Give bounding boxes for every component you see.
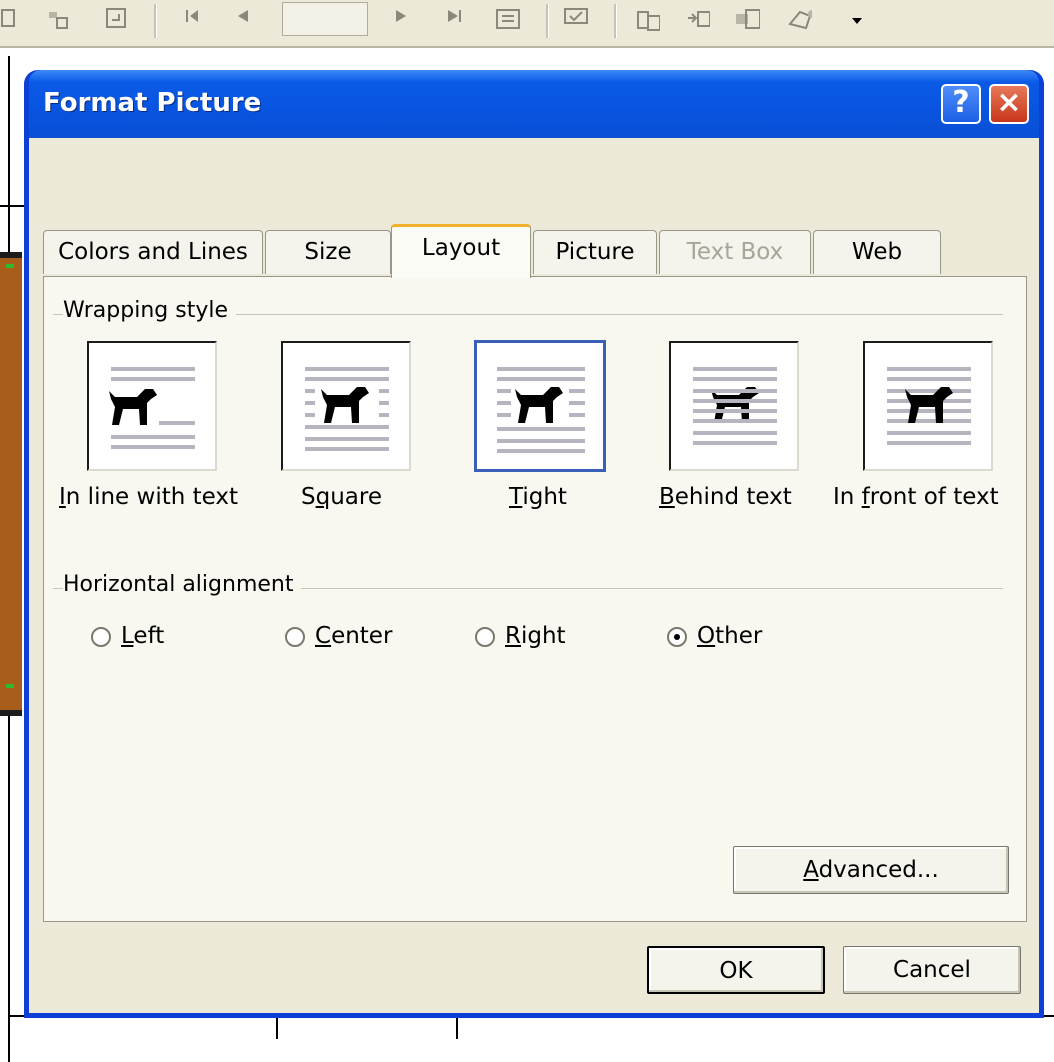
radio-icon: [285, 626, 305, 647]
wrap-behind-icon: [693, 367, 777, 445]
tab-label: Text Box: [686, 239, 784, 265]
tab-label: Web: [851, 239, 903, 265]
first-record-icon[interactable]: [182, 6, 208, 32]
tab-picture[interactable]: Picture: [533, 230, 657, 274]
document-table-line: [276, 1015, 278, 1039]
dialog-client-area: Colors and Lines Size Layout Picture Tex…: [29, 138, 1039, 1013]
image-marker: [6, 684, 14, 688]
tab-layout[interactable]: Layout: [391, 224, 531, 278]
document-image-edge: [0, 252, 22, 716]
dialog-title: Format Picture: [43, 88, 262, 118]
merge-options-icon[interactable]: [786, 6, 812, 32]
radio-label: Other: [697, 623, 763, 649]
radio-icon: [91, 626, 111, 647]
next-record-icon[interactable]: [390, 6, 416, 32]
image-marker: [6, 264, 14, 268]
toolbar-icon[interactable]: [104, 6, 130, 32]
previous-record-icon[interactable]: [232, 6, 258, 32]
wrap-behind-option[interactable]: [669, 341, 799, 471]
horizontal-alignment-label: Horizontal alignment: [63, 572, 302, 597]
tab-text-box: Text Box: [659, 230, 811, 274]
wrap-in-front-label: In front of text: [833, 484, 999, 510]
help-button[interactable]: ?: [941, 84, 981, 124]
merge-to-email-icon[interactable]: [734, 6, 760, 32]
align-left-radio[interactable]: Left: [91, 623, 164, 653]
wrap-behind-label: Behind text: [659, 484, 792, 510]
align-center-radio[interactable]: Center: [285, 623, 392, 653]
wrap-inline-option[interactable]: [87, 341, 217, 471]
merge-icon[interactable]: [494, 6, 520, 32]
tab-label: Size: [304, 239, 352, 265]
align-other-radio[interactable]: Other: [667, 623, 762, 653]
wrap-tight-icon: [497, 367, 585, 453]
document-table-line: [456, 1015, 458, 1039]
wrap-square-option[interactable]: [281, 341, 411, 471]
tab-label: Layout: [421, 235, 501, 261]
wrap-tight-option[interactable]: [474, 340, 606, 472]
close-button[interactable]: ×: [989, 84, 1029, 124]
toolbar-separator: [154, 4, 157, 38]
wrap-in-front-option[interactable]: [863, 341, 993, 471]
wrap-inline-icon: [109, 367, 195, 449]
radio-selected-icon: [667, 626, 687, 647]
wrap-tight-label: Tight: [509, 484, 567, 510]
align-right-radio[interactable]: Right: [475, 623, 566, 653]
record-number-field[interactable]: [282, 2, 368, 36]
advanced-label: Advanced...: [803, 857, 939, 883]
background-toolbar: [0, 0, 1054, 48]
tab-size[interactable]: Size: [265, 230, 391, 274]
wrap-square-icon: [305, 367, 389, 451]
format-picture-dialog: Format Picture ? × Colors and Lines Size…: [24, 70, 1044, 1018]
wrapping-style-label: Wrapping style: [63, 298, 236, 323]
radio-label: Left: [121, 623, 165, 649]
dialog-titlebar[interactable]: Format Picture ? ×: [29, 70, 1039, 138]
advanced-button[interactable]: Advanced...: [733, 846, 1009, 894]
toolbar-icon[interactable]: [0, 6, 26, 32]
wrap-square-label: Square: [301, 484, 382, 510]
toolbar-options-dropdown-icon[interactable]: [850, 14, 876, 40]
cancel-label: Cancel: [893, 957, 971, 983]
radio-label: Center: [315, 623, 393, 649]
tab-label: Picture: [555, 239, 635, 265]
cancel-button[interactable]: Cancel: [843, 946, 1021, 994]
toolbar-separator: [546, 4, 549, 38]
wrap-inline-label: In line with text: [59, 484, 239, 510]
wrap-in-front-icon: [887, 367, 971, 445]
check-errors-icon[interactable]: [562, 6, 588, 32]
help-icon: ?: [952, 85, 970, 120]
last-record-icon[interactable]: [444, 6, 470, 32]
merge-to-printer-icon[interactable]: [684, 6, 710, 32]
merge-to-document-icon[interactable]: [634, 6, 660, 32]
close-icon: ×: [996, 85, 1022, 120]
radio-label: Right: [505, 623, 566, 649]
document-table-line: [0, 205, 24, 207]
tab-colors-and-lines[interactable]: Colors and Lines: [43, 230, 263, 274]
toolbar-separator: [614, 4, 617, 38]
radio-icon: [475, 626, 495, 647]
tab-label: Colors and Lines: [58, 239, 248, 265]
toolbar-icon[interactable]: [46, 6, 72, 32]
ok-button[interactable]: OK: [647, 946, 825, 994]
tab-web[interactable]: Web: [813, 230, 941, 274]
ok-label: OK: [719, 958, 753, 984]
